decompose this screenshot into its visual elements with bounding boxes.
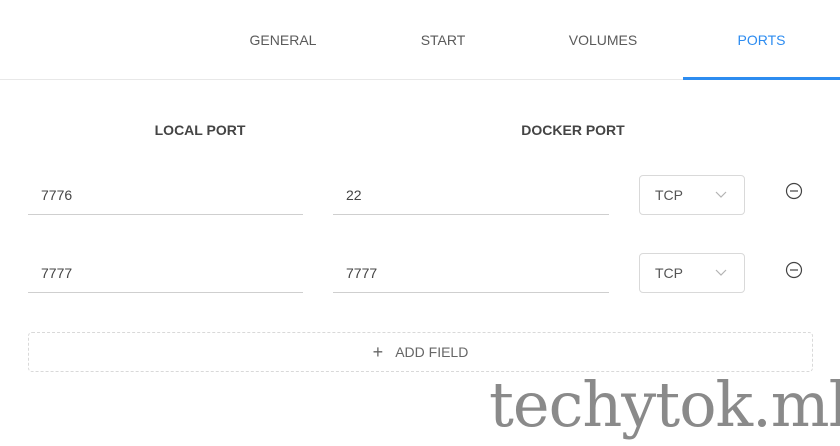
docker-port-input[interactable]: 7777 [333, 253, 609, 293]
tab-ports[interactable]: PORTS [683, 0, 840, 80]
minus-circle-icon[interactable] [785, 182, 803, 200]
docker-port-header: DOCKER PORT [521, 122, 625, 138]
protocol-select[interactable]: TCP [639, 253, 745, 293]
watermark: techytok.ml [489, 368, 840, 441]
tab-start[interactable]: START [388, 0, 498, 80]
local-port-input[interactable]: 7777 [28, 253, 303, 293]
add-field-label: ADD FIELD [395, 344, 469, 360]
add-field-button[interactable]: + ADD FIELD [28, 332, 813, 372]
minus-circle-icon[interactable] [785, 261, 803, 279]
active-tab-indicator [683, 77, 840, 80]
protocol-select[interactable]: TCP [639, 175, 745, 215]
tab-general[interactable]: GENERAL [228, 0, 338, 80]
docker-port-input[interactable]: 22 [333, 175, 609, 215]
protocol-value: TCP [655, 187, 683, 203]
tab-volumes[interactable]: VOLUMES [548, 0, 658, 80]
local-port-header: LOCAL PORT [154, 122, 246, 138]
plus-icon: + [372, 342, 384, 362]
local-port-input[interactable]: 7776 [28, 175, 303, 215]
tab-bar: GENERAL START VOLUMES PORTS [0, 0, 840, 80]
chevron-down-icon [714, 254, 728, 292]
chevron-down-icon [714, 176, 728, 214]
protocol-value: TCP [655, 265, 683, 281]
